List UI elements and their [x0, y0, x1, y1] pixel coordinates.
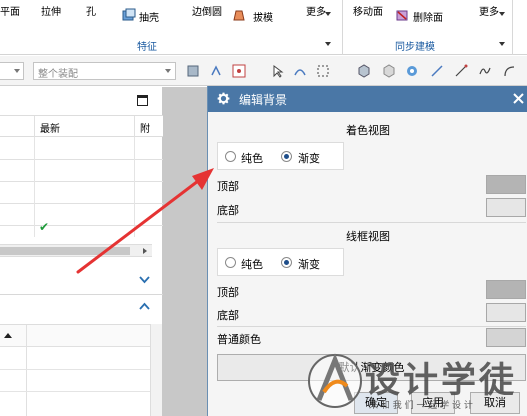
watermark-subtitle: 来 和 我 们 一 起 学 设 计 [369, 401, 473, 411]
watermark-text: 设计学徒 [365, 361, 518, 401]
watermark-logo-icon [308, 353, 362, 408]
watermark: 设计学徒 来 和 我 们 一 起 学 设 计 [307, 350, 527, 416]
